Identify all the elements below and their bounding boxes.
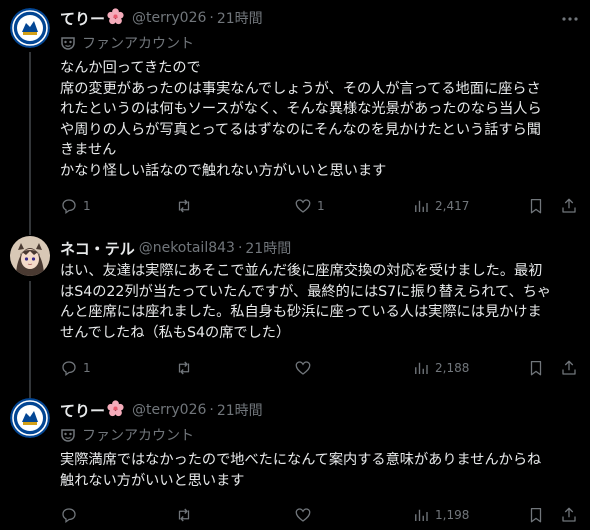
separator: · <box>209 402 214 418</box>
reply-button[interactable]: 1 <box>60 196 91 216</box>
repost-button[interactable] <box>175 196 198 216</box>
like-button[interactable]: 1 <box>294 196 325 216</box>
fan-account-badge: ファンアカウント <box>60 425 194 445</box>
share-icon <box>562 198 576 213</box>
author-handle[interactable]: @terry026 <box>132 402 206 418</box>
timestamp[interactable]: 21時間 <box>245 238 291 258</box>
cherry-blossom-emoji <box>107 399 124 421</box>
text-line: 実際満席ではなかったので地べたになんて案内する意味がありませんからね <box>60 452 542 468</box>
fan-account-mask-icon <box>61 429 75 442</box>
separator: · <box>209 10 214 26</box>
thread-line <box>29 281 31 390</box>
author-name[interactable]: ネコ・テル <box>60 238 135 259</box>
text-line: れたというのは何もソースがなく、そんな異様な光景があったのなら当人ら <box>60 101 542 117</box>
text-line: かなり怪しい話なので触れない方がいいと思います <box>60 162 387 179</box>
more-horizontal-icon <box>562 17 578 21</box>
repost-arrows-icon <box>178 508 190 522</box>
tweet-text: なんか回ってきたので 席の変更があったのは事実なんでしょうが、その人が言ってる地… <box>60 58 580 181</box>
fan-account-label: ファンアカウント <box>82 36 194 52</box>
tweet-text: はい、友達は実際にあそこで並んだ後に座席交換の対応を受けました。最初 はS4の2… <box>60 261 580 343</box>
cherry-blossom-emoji <box>107 7 124 29</box>
repost-button[interactable] <box>175 505 198 525</box>
share-button[interactable] <box>560 358 578 378</box>
timestamp[interactable]: 21時間 <box>217 400 263 420</box>
tweet-2[interactable]: ネコ・テル @nekotail843 · 21時間 はい、友達は実際にあそこで並… <box>0 225 590 390</box>
tweet-header: てりー @terry026 · 21時間 <box>60 399 263 421</box>
share-button[interactable] <box>560 196 578 216</box>
reply-button[interactable]: 1 <box>60 358 91 378</box>
views-button[interactable]: 2,417 <box>412 196 469 216</box>
thread-line <box>29 390 31 398</box>
text-line: はS4の22列が当たっていたんですが、最終的にはS7に振り替えられて、ちゃ <box>60 283 552 300</box>
views-button[interactable]: 1,198 <box>412 505 469 525</box>
chelsea-crest-icon <box>10 398 50 438</box>
text-line: んと座席には座れました。私自身も砂浜に座っている人は実際には見かけま <box>60 304 542 320</box>
like-count: 1 <box>317 199 325 213</box>
repost-arrows-icon <box>178 199 190 213</box>
tweet-text: 実際満席ではなかったので地べたになんて案内する意味がありませんからね 触れない方… <box>60 450 580 491</box>
repost-arrows-icon <box>178 361 190 375</box>
tweet-1[interactable]: てりー @terry026 · 21時間 ファンアカウント なんか回ってきたので… <box>0 0 590 235</box>
like-button[interactable] <box>294 505 317 525</box>
text-line: はい、友達は実際にあそこで並んだ後に座席交換の対応を受けました。最初 <box>60 263 543 279</box>
text-line: せんでしたね（私もS4の席でした） <box>60 324 291 341</box>
view-count: 2,417 <box>435 199 470 213</box>
reply-count: 1 <box>83 361 91 375</box>
thread-line <box>29 52 31 235</box>
tweet-3[interactable]: てりー @terry026 · 21時間 ファンアカウント 実際満席ではなかった… <box>0 390 590 530</box>
bookmark-icon <box>530 360 542 376</box>
reply-count: 1 <box>83 199 91 213</box>
share-icon <box>562 360 576 375</box>
anime-avatar-icon <box>10 236 50 276</box>
share-icon <box>562 507 576 522</box>
avatar-terry[interactable] <box>10 8 50 48</box>
like-button[interactable] <box>294 358 317 378</box>
avatar-nekotail[interactable] <box>10 236 50 276</box>
bookmark-button[interactable] <box>527 358 545 378</box>
text-line: 席の変更があったのは事実なんでしょうが、その人が言ってる地面に座らさ <box>60 80 541 97</box>
reply-bubble-icon <box>62 199 76 215</box>
bookmark-button[interactable] <box>527 196 545 216</box>
bookmark-button[interactable] <box>527 505 545 525</box>
views-chart-icon <box>415 200 428 212</box>
view-count: 1,198 <box>435 508 470 522</box>
tweet-header: てりー @terry026 · 21時間 <box>60 7 263 29</box>
thread-line <box>29 225 31 235</box>
author-name[interactable]: てりー <box>60 8 105 29</box>
action-bar: 1 1 2,417 <box>60 196 580 216</box>
text-line: きません <box>60 142 117 158</box>
views-chart-icon <box>415 509 428 521</box>
fan-account-label: ファンアカウント <box>82 428 194 444</box>
separator: · <box>237 240 243 256</box>
chelsea-crest-icon <box>10 8 50 48</box>
views-chart-icon <box>415 362 428 374</box>
bookmark-icon <box>530 198 542 214</box>
action-bar: 1 2,188 <box>60 358 580 378</box>
reply-button[interactable] <box>60 505 83 525</box>
heart-icon <box>295 199 311 213</box>
text-line: 触れない方がいいと思います <box>60 472 245 489</box>
more-button[interactable] <box>560 9 580 29</box>
heart-icon <box>295 361 311 375</box>
tweet-header: ネコ・テル @nekotail843 · 21時間 <box>60 237 291 259</box>
bookmark-icon <box>530 507 542 523</box>
timestamp[interactable]: 21時間 <box>217 8 263 28</box>
fan-account-badge: ファンアカウント <box>60 33 194 53</box>
author-name[interactable]: てりー <box>60 400 105 421</box>
heart-icon <box>295 508 311 522</box>
repost-button[interactable] <box>175 358 198 378</box>
fan-account-mask-icon <box>61 37 75 50</box>
text-line: や周りの人らが写真とってるはずなのにそんなのを見かけたという話すら聞 <box>60 121 541 138</box>
author-handle[interactable]: @terry026 <box>132 10 206 26</box>
avatar-terry[interactable] <box>10 398 50 438</box>
share-button[interactable] <box>560 505 578 525</box>
text-line: なんか回ってきたので <box>60 60 201 76</box>
reply-bubble-icon <box>62 508 76 524</box>
action-bar: 1,198 <box>60 505 580 525</box>
author-handle[interactable]: @nekotail843 <box>139 240 235 256</box>
views-button[interactable]: 2,188 <box>412 358 469 378</box>
view-count: 2,188 <box>435 361 470 375</box>
reply-bubble-icon <box>62 361 76 377</box>
